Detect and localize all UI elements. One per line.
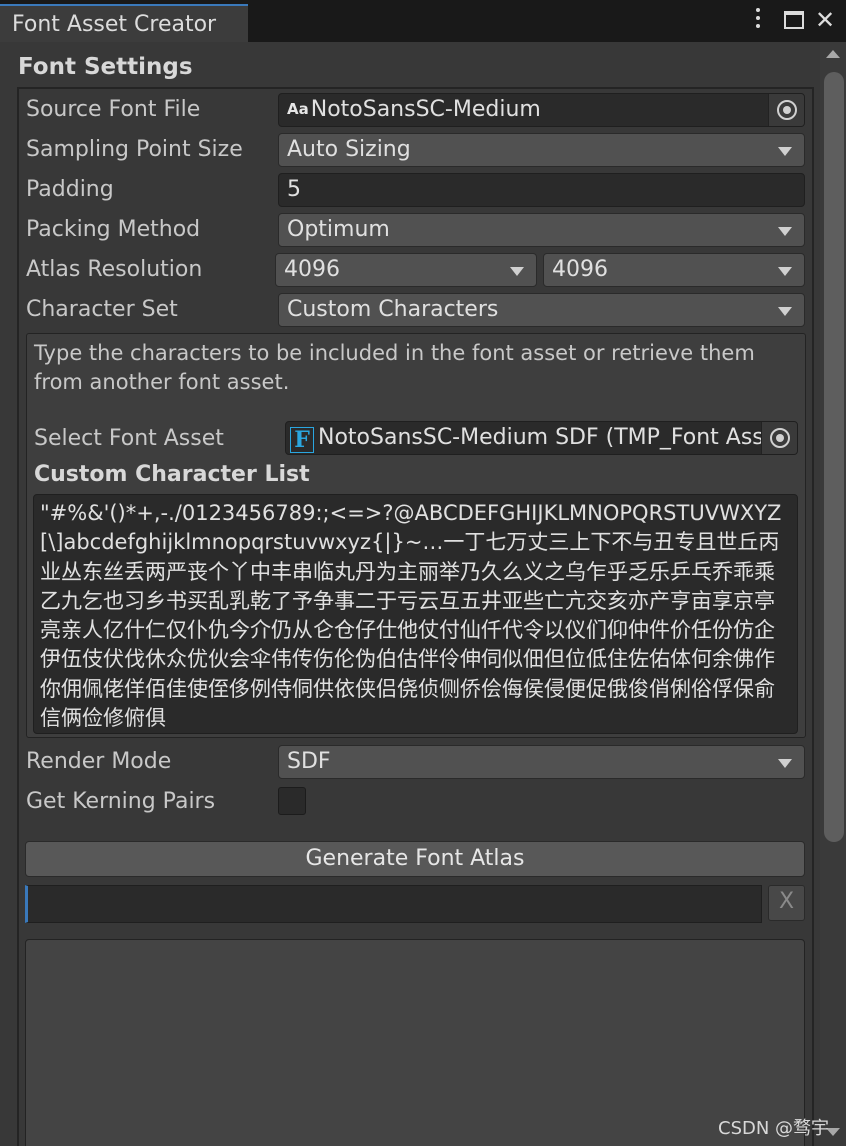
select-font-asset-field[interactable]: F NotoSansSC-Medium SDF (TMP_Font Asset)	[285, 421, 798, 455]
progress-bar	[25, 885, 762, 923]
font-asset-icon: F	[290, 427, 314, 453]
sampling-point-size-dropdown[interactable]: Auto Sizing	[278, 133, 805, 167]
watermark: CSDN @骛宇	[718, 1118, 830, 1139]
select-font-asset-value: NotoSansSC-Medium SDF (TMP_Font Asset)	[318, 425, 795, 450]
sampling-point-size-value: Auto Sizing	[287, 137, 411, 162]
packing-method-dropdown[interactable]: Optimum	[278, 213, 805, 247]
maximize-icon[interactable]	[784, 11, 804, 29]
packing-method-label: Packing Method	[26, 217, 201, 242]
chevron-down-icon	[778, 227, 792, 236]
window-tab-bar: Font Asset Creator ✕	[0, 0, 846, 42]
character-set-dropdown[interactable]: Custom Characters	[278, 293, 805, 327]
custom-character-list-textarea[interactable]: "#%&'()*+,-./0123456789:;<=>?@ABCDEFGHIJ…	[33, 494, 798, 734]
padding-input[interactable]: 5	[278, 173, 805, 207]
render-mode-label: Render Mode	[26, 749, 172, 774]
close-icon[interactable]: ✕	[815, 6, 835, 34]
atlas-resolution-label: Atlas Resolution	[26, 257, 203, 282]
section-title: Font Settings	[18, 54, 193, 80]
chevron-down-icon	[778, 267, 792, 276]
source-font-file-value: NotoSansSC-Medium	[310, 97, 541, 122]
render-mode-value: SDF	[287, 749, 331, 774]
help-text: Type the characters to be included in th…	[34, 341, 755, 394]
source-font-file-label: Source Font File	[26, 97, 201, 122]
scroll-up-icon[interactable]	[826, 50, 840, 58]
select-font-asset-label: Select Font Asset	[34, 426, 224, 451]
object-picker-icon[interactable]	[761, 422, 797, 454]
character-set-value: Custom Characters	[287, 297, 499, 322]
scrollbar-thumb[interactable]	[824, 72, 844, 842]
generate-font-atlas-button[interactable]: Generate Font Atlas	[25, 841, 805, 877]
chevron-down-icon	[510, 267, 524, 276]
font-file-icon: Aa	[287, 100, 309, 118]
packing-method-value: Optimum	[287, 217, 390, 242]
object-picker-icon[interactable]	[768, 94, 804, 126]
chevron-down-icon	[778, 147, 792, 156]
padding-label: Padding	[26, 177, 114, 202]
sampling-point-size-label: Sampling Point Size	[26, 137, 243, 162]
more-menu-icon[interactable]	[751, 8, 765, 32]
atlas-width-dropdown[interactable]: 4096	[275, 253, 537, 287]
custom-character-list-title: Custom Character List	[34, 462, 310, 487]
atlas-width-value: 4096	[284, 257, 340, 282]
get-kerning-pairs-checkbox[interactable]	[278, 787, 306, 815]
tab-font-asset-creator[interactable]: Font Asset Creator	[0, 4, 248, 42]
cancel-button[interactable]: X	[768, 885, 805, 921]
output-area	[25, 939, 805, 1146]
character-set-label: Character Set	[26, 297, 178, 322]
atlas-height-value: 4096	[552, 257, 608, 282]
source-font-file-field[interactable]: AaNotoSansSC-Medium	[278, 93, 805, 127]
chevron-down-icon	[778, 759, 792, 768]
atlas-height-dropdown[interactable]: 4096	[543, 253, 805, 287]
render-mode-dropdown[interactable]: SDF	[278, 745, 805, 779]
chevron-down-icon	[778, 307, 792, 316]
get-kerning-pairs-label: Get Kerning Pairs	[26, 789, 216, 814]
